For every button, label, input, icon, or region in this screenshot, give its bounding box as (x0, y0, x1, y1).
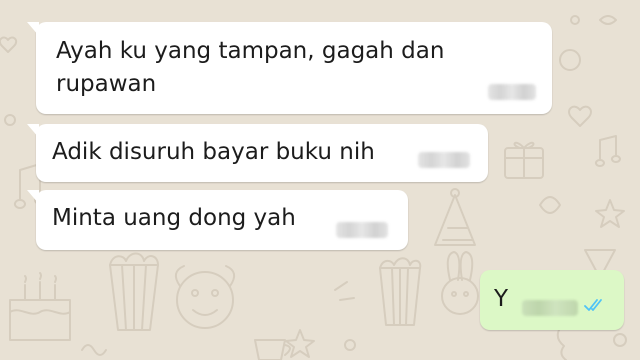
message-text: Adik disuruh bayar buku nih (52, 139, 375, 165)
incoming-message-bubble[interactable]: Adik disuruh bayar buku nih (27, 124, 488, 182)
message-text: Ayah ku yang tampan, gagah dan rupawan (56, 38, 445, 97)
redacted-timestamp (522, 300, 578, 316)
incoming-message-bubble[interactable]: Ayah ku yang tampan, gagah dan rupawan (27, 22, 552, 114)
redacted-timestamp (418, 152, 470, 168)
incoming-message-bubble[interactable]: Minta uang dong yah (27, 190, 408, 250)
outgoing-message-bubble[interactable]: Y (480, 270, 624, 330)
message-text: Y (494, 286, 509, 312)
redacted-timestamp (336, 222, 388, 238)
redacted-timestamp (488, 84, 536, 100)
double-check-read-icon (584, 299, 602, 311)
message-text: Minta uang dong yah (52, 205, 296, 231)
